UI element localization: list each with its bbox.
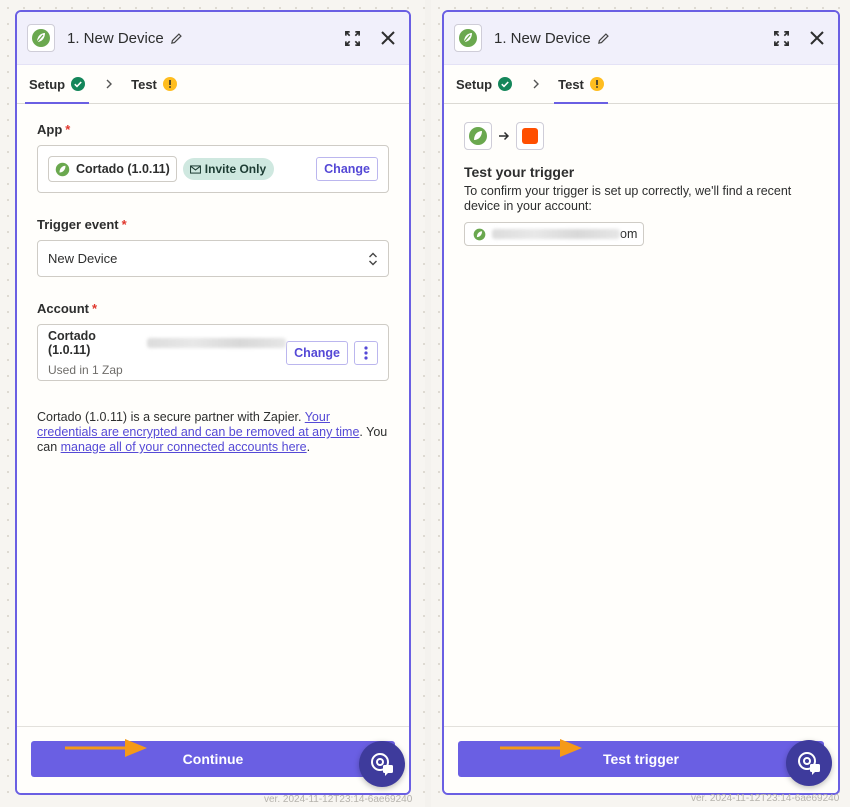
panel-footer: Test trigger bbox=[444, 726, 838, 793]
app-logo bbox=[27, 24, 55, 52]
check-circle-icon bbox=[71, 77, 86, 91]
panel-header: 1. New Device bbox=[17, 12, 409, 65]
warning-circle-icon bbox=[589, 77, 604, 91]
account-field-label: Account * bbox=[37, 301, 98, 316]
panel-header: 1. New Device bbox=[444, 12, 838, 65]
email-suffix: om bbox=[620, 227, 638, 241]
tab-label: Test bbox=[131, 76, 157, 92]
more-options-icon[interactable] bbox=[354, 340, 378, 365]
cortado-leaf-icon bbox=[55, 162, 70, 176]
tab-label: Test bbox=[558, 76, 584, 92]
close-icon[interactable] bbox=[806, 27, 828, 49]
test-title: Test your trigger bbox=[464, 164, 575, 180]
panel-footer: Continue bbox=[17, 726, 409, 793]
manage-accounts-link[interactable]: manage all of your connected accounts he… bbox=[61, 440, 307, 454]
trigger-event-select[interactable]: New Device bbox=[37, 240, 389, 277]
warning-circle-icon bbox=[162, 77, 177, 91]
step-tabs: Setup Test bbox=[444, 65, 838, 104]
action-app-logo bbox=[516, 122, 544, 150]
chevron-right-icon bbox=[105, 79, 113, 89]
account-selector: Cortado (1.0.11) Used in 1 Zap Change bbox=[37, 324, 389, 381]
step-tabs: Setup Test bbox=[17, 65, 409, 104]
cortado-leaf-icon bbox=[469, 127, 487, 145]
app-chip: Cortado (1.0.11) bbox=[48, 156, 177, 182]
tab-setup[interactable]: Setup bbox=[454, 65, 514, 103]
version-label: ver. 2024-11-12T23:14-6ae69240 bbox=[691, 793, 840, 804]
zapier-square-icon bbox=[522, 128, 538, 144]
zap-flow-preview bbox=[464, 122, 818, 150]
cortado-leaf-icon bbox=[32, 29, 50, 47]
account-email-chip: om bbox=[464, 222, 645, 246]
app-field-label: App * bbox=[37, 122, 71, 137]
help-chat-button[interactable] bbox=[786, 740, 832, 786]
app-logo bbox=[454, 24, 482, 52]
app-selector: Cortado (1.0.11) Invite Only Change bbox=[37, 145, 389, 193]
trigger-event-value: New Device bbox=[48, 251, 118, 266]
app-name: Cortado (1.0.11) bbox=[76, 162, 170, 176]
expand-icon[interactable] bbox=[341, 27, 363, 49]
cortado-leaf-icon bbox=[459, 29, 477, 47]
chevron-up-down-icon bbox=[369, 252, 377, 265]
invite-only-badge: Invite Only bbox=[182, 158, 275, 180]
account-usage: Used in 1 Zap bbox=[48, 362, 123, 377]
cortado-leaf-icon bbox=[473, 228, 486, 240]
panel-title: 1. New Device bbox=[494, 29, 591, 47]
account-email-redacted bbox=[147, 337, 287, 348]
test-description: To confirm your trigger is set up correc… bbox=[464, 184, 792, 213]
step-panel-setup: 1. New Device Setup Test App * Cortado (… bbox=[15, 10, 411, 795]
change-app-button[interactable]: Change bbox=[316, 157, 378, 181]
edit-pencil-icon[interactable] bbox=[170, 32, 183, 45]
tab-setup[interactable]: Setup bbox=[24, 65, 90, 104]
arrow-right-icon bbox=[498, 131, 510, 141]
security-info-text: Cortado (1.0.11) is a secure partner wit… bbox=[37, 410, 388, 454]
expand-icon[interactable] bbox=[770, 27, 792, 49]
check-circle-icon bbox=[498, 77, 513, 91]
change-account-button[interactable]: Change bbox=[286, 340, 348, 365]
account-name: Cortado (1.0.11) bbox=[48, 328, 96, 357]
trigger-app-logo bbox=[464, 122, 492, 150]
panel-title: 1. New Device bbox=[67, 29, 164, 47]
chevron-right-icon bbox=[532, 79, 540, 89]
step-panel-test: 1. New Device Setup Test Test your trigg… bbox=[442, 10, 840, 795]
annotation-arrow-icon bbox=[65, 739, 147, 757]
setup-form: App * Cortado (1.0.11) Invite Only Change… bbox=[17, 104, 409, 473]
edit-pencil-icon[interactable] bbox=[597, 32, 610, 45]
support-chat-icon bbox=[371, 753, 393, 776]
tab-label: Setup bbox=[456, 76, 493, 92]
tab-test[interactable]: Test bbox=[554, 65, 608, 104]
tab-test[interactable]: Test bbox=[129, 65, 179, 103]
close-icon[interactable] bbox=[377, 27, 399, 49]
annotation-arrow-icon bbox=[500, 739, 582, 757]
help-chat-button[interactable] bbox=[359, 741, 405, 787]
test-trigger-section: Test your trigger To confirm your trigge… bbox=[444, 104, 838, 264]
trigger-event-label: Trigger event * bbox=[37, 217, 127, 232]
support-chat-icon bbox=[798, 752, 820, 775]
account-email-redacted bbox=[492, 229, 620, 239]
mail-icon bbox=[189, 164, 201, 174]
tab-label: Setup bbox=[29, 76, 66, 92]
version-label: ver. 2024-11-12T23:14-6ae69240 bbox=[264, 794, 413, 805]
